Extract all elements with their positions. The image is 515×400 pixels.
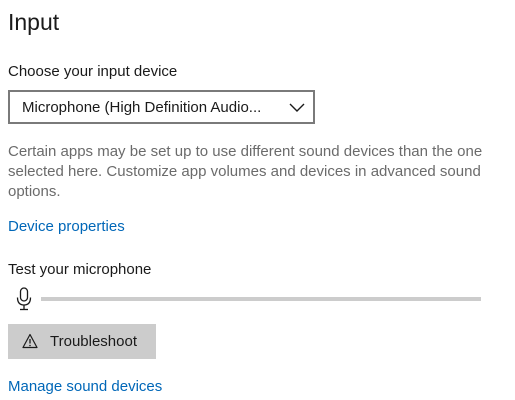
troubleshoot-button[interactable]: Troubleshoot — [8, 324, 156, 359]
input-device-selected: Microphone (High Definition Audio... — [22, 99, 262, 116]
troubleshoot-label: Troubleshoot — [50, 333, 137, 350]
input-device-label: Choose your input device — [8, 63, 178, 80]
section-title: Input — [8, 9, 60, 35]
microphone-icon — [16, 287, 32, 311]
input-device-dropdown[interactable]: Microphone (High Definition Audio... — [8, 90, 315, 124]
warning-icon — [22, 333, 38, 349]
device-properties-link[interactable]: Device properties — [8, 218, 125, 235]
manage-sound-devices-link[interactable]: Manage sound devices — [8, 378, 162, 395]
test-microphone-label: Test your microphone — [8, 261, 152, 278]
chevron-down-icon — [289, 103, 305, 112]
microphone-level-meter — [41, 297, 481, 301]
device-description: Certain apps may be set up to use differ… — [8, 143, 483, 200]
